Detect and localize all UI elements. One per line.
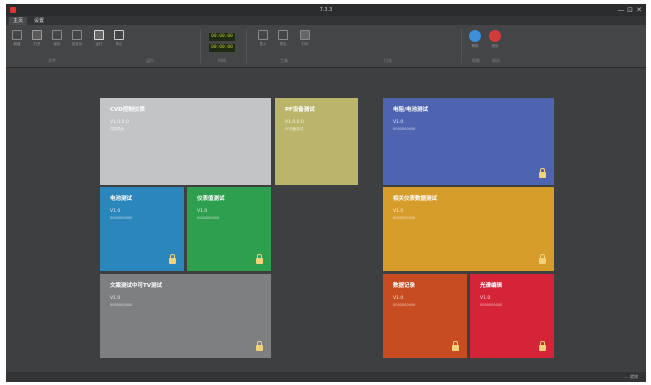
run-button[interactable]: 运行 [92,30,106,47]
new-file-icon [12,30,22,40]
title-bar: 7.3.3 — ⊡ ✕ [6,4,646,16]
help-label: 帮助 [471,44,479,48]
group-label-exit: 退出 [492,58,500,63]
ribbon-separator [200,29,201,63]
tile-meter-data-test[interactable]: 相关仪表数据测试 V1.0 0000000000 [383,187,554,271]
tile-title: 电池测试 [110,196,133,202]
lock-icon [539,254,546,264]
tab-settings[interactable]: 设置 [30,17,48,25]
end-time-display[interactable]: 00:00:00 [209,44,235,52]
group-label-log: 日志 [384,58,392,63]
tile-title: CVD控制仪表 [110,107,145,113]
group-label-file: 文件 [48,58,56,63]
import-icon [258,30,268,40]
tile-title: 仪表值测试 [197,196,225,202]
save-button[interactable]: 保存 [50,30,64,47]
tile-title: 文案测试中可TV测试 [110,283,163,289]
stop-button[interactable]: 停止 [112,30,126,47]
import-label: 导入 [259,42,267,46]
play-icon [94,30,104,40]
tile-version: V1.0 [110,296,121,301]
open-button[interactable]: 打开 [30,30,44,47]
tile-version: V1.0 [393,209,404,214]
close-button[interactable]: ✕ [634,6,644,14]
tab-home[interactable]: 主页 [9,17,28,25]
save-as-icon [72,30,82,40]
tile-subtitle: 0000000000 [480,303,503,307]
tile-subtitle: PF设备测试 [285,127,304,131]
tile-version: V1.0 [393,296,404,301]
tile-subtitle: 0000000000 [393,303,416,307]
app-window: 7.3.3 — ⊡ ✕ 主页 设置 新建 打开 保存 另存为 运行 停止 00:… [6,4,646,382]
open-folder-icon [32,30,42,40]
tile-version: V1.0 [110,209,121,214]
print-label: 打印 [301,42,309,46]
tile-spectrum-edit[interactable]: 光谱编辑 V1.0 0000000000 [470,274,554,358]
save-as-button[interactable]: 另存为 [70,30,84,47]
window-title: 7.3.3 [319,7,333,13]
new-label: 新建 [13,42,21,46]
save-icon [52,30,62,40]
lock-icon [256,254,263,264]
run-label: 运行 [95,42,103,46]
help-icon [469,30,481,42]
lock-icon [256,341,263,351]
tile-version: V1.0.0.0 [285,120,304,125]
tile-subtitle: 0000000000 [110,303,133,307]
menu-bar: 主页 设置 [6,16,646,25]
group-label-tools: 工具 [280,58,288,63]
tile-subtitle: 0000000000 [393,216,416,220]
tile-subtitle: 0000000000 [197,216,220,220]
import-button[interactable]: 导入 [256,30,270,47]
start-time-display[interactable]: 00:00:00 [209,33,235,41]
group-label-run: 运行 [146,58,154,63]
tile-version: V1.0.0.0 [110,120,129,125]
tile-tv-test[interactable]: 文案测试中可TV测试 V1.0 0000000000 [100,274,271,358]
status-text: ... 就绪 [624,374,638,379]
export-button[interactable]: 导出 [276,30,290,47]
status-bar: ... 就绪 [6,372,646,382]
tile-pf-device-test[interactable]: PF设备测试 V1.0.0.0 PF设备测试 [275,98,358,185]
stop-label: 停止 [115,42,123,46]
group-label-help: 帮助 [472,58,480,63]
tile-title: 数据记录 [393,283,416,289]
tile-version: V1.0 [480,296,491,301]
export-label: 导出 [279,42,287,46]
tile-subtitle: 0000000000 [393,127,416,131]
group-label-time: 时间 [218,58,226,63]
lock-icon [539,341,546,351]
help-button[interactable]: 帮助 [468,30,482,49]
lock-icon [539,168,546,178]
tile-resistance-battery-test[interactable]: 电阻/电池测试 V1.0 0000000000 [383,98,554,185]
tile-title: 相关仪表数据测试 [393,196,438,202]
export-icon [278,30,288,40]
tile-title: PF设备测试 [285,107,315,113]
save-as-label: 另存为 [71,42,83,46]
tile-version: V1.0 [393,120,404,125]
tile-data-record[interactable]: 数据记录 V1.0 0000000000 [383,274,467,358]
new-button[interactable]: 新建 [10,30,24,47]
tile-battery-test[interactable]: 电池测试 V1.0 0000000000 [100,187,184,271]
ribbon-separator [246,29,247,63]
print-button[interactable]: 打印 [298,30,312,47]
exit-button[interactable]: 退出 [488,30,502,49]
exit-icon [489,30,501,42]
open-label: 打开 [33,42,41,46]
tile-subtitle: 控制界面 [110,127,124,131]
stop-icon [114,30,124,40]
tile-title: 光谱编辑 [480,283,503,289]
exit-label: 退出 [491,44,499,48]
tile-title: 电阻/电池测试 [393,107,429,113]
tile-version: V1.0 [197,209,208,214]
lock-icon [452,341,459,351]
ribbon-toolbar: 新建 打开 保存 另存为 运行 停止 00:00:00 00:00:00 导入 [6,25,646,68]
ribbon-separator [461,29,462,63]
tile-cvd-control[interactable]: CVD控制仪表 V1.0.0.0 控制界面 [100,98,271,185]
tile-subtitle: 0000000000 [110,216,133,220]
save-label: 保存 [53,42,61,46]
tile-meter-value-test[interactable]: 仪表值测试 V1.0 0000000000 [187,187,271,271]
print-icon [300,30,310,40]
lock-icon [169,254,176,264]
